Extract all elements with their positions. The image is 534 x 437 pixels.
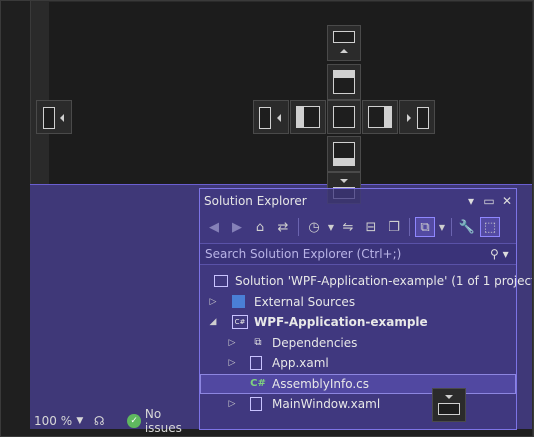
tree-item-label: MainWindow.xaml xyxy=(272,397,381,412)
tree-item-app-xaml[interactable]: ▷ App.xaml xyxy=(200,353,516,374)
toolbar-separator xyxy=(451,218,452,236)
forward-icon[interactable]: ▶ xyxy=(227,217,247,237)
expand-arrow-icon[interactable]: ▷ xyxy=(208,297,218,307)
ide-window: Solution Explorer ▾ ▭ ✕ ◀ ▶ ⌂ ⇄ ◷ ▼ ⇋ ⊟ … xyxy=(0,0,534,437)
preview-selected-items-icon[interactable]: ⬚ xyxy=(480,217,500,237)
csharp-project-icon: C# xyxy=(232,315,248,330)
tree-item-dependencies[interactable]: ▷ ⧉ Dependencies xyxy=(200,333,516,354)
show-all-files-icon[interactable]: ❐ xyxy=(384,217,404,237)
dock-right-inner-guide[interactable] xyxy=(362,100,398,134)
dock-bottom-edge-guide[interactable] xyxy=(432,388,466,422)
left-arrow-icon xyxy=(60,114,64,122)
xaml-file-icon xyxy=(250,356,262,371)
zoom-level[interactable]: 100 % xyxy=(30,414,76,428)
down-arrow-icon xyxy=(340,179,348,183)
tree-item-label: AssemblyInfo.cs xyxy=(272,376,370,391)
dock-top-guide[interactable] xyxy=(327,25,361,61)
accessibility-icon[interactable]: ☊ xyxy=(94,414,109,428)
switch-views-icon[interactable]: ⇄ xyxy=(273,217,293,237)
editor-left-margin xyxy=(31,0,49,184)
solution-tree: Solution 'WPF-Application-example' (1 of… xyxy=(200,267,534,415)
window-position-dropdown-icon[interactable]: ▾ xyxy=(462,194,480,208)
search-box[interactable]: Search Solution Explorer (Ctrl+;) ⚲ ▾ xyxy=(200,243,516,265)
solution-icon xyxy=(214,275,228,288)
expand-arrow-icon[interactable]: ▷ xyxy=(227,338,237,348)
up-arrow-icon xyxy=(340,49,348,53)
tree-item-label: WPF-Application-example xyxy=(254,315,428,330)
sync-with-active-document-icon[interactable]: ⇋ xyxy=(338,217,358,237)
properties-wrench-icon[interactable]: 🔧 xyxy=(457,217,477,237)
right-arrow-icon xyxy=(407,114,411,122)
dock-right-guide[interactable] xyxy=(399,100,435,134)
toolbar-separator xyxy=(298,218,299,236)
tree-item-external-sources[interactable]: ▷ External Sources xyxy=(200,292,516,313)
filter-icon[interactable]: ⧉ xyxy=(415,217,435,237)
tree-item-label: External Sources xyxy=(254,294,356,309)
external-sources-icon xyxy=(232,295,245,309)
dock-center-guide[interactable] xyxy=(327,100,361,134)
search-input[interactable]: Search Solution Explorer (Ctrl+;) xyxy=(205,247,490,261)
editor-top-strip xyxy=(31,0,534,2)
tree-item-solution[interactable]: Solution 'WPF-Application-example' (1 of… xyxy=(200,271,534,292)
chevron-down-icon[interactable]: ▼ xyxy=(76,416,90,426)
pending-changes-filter-icon[interactable]: ◷ xyxy=(304,217,324,237)
chevron-down-icon[interactable]: ▼ xyxy=(327,223,335,232)
dock-left-panel-icon xyxy=(43,107,55,129)
dock-bottom-panel-icon xyxy=(438,403,460,415)
collapse-all-icon[interactable]: ⊟ xyxy=(361,217,381,237)
expand-arrow-icon[interactable]: ▷ xyxy=(227,399,237,409)
dock-tabbed-icon xyxy=(333,106,355,128)
dock-right-inner-icon xyxy=(368,106,392,128)
tree-item-mainwindow-xaml[interactable]: ▷ MainWindow.xaml xyxy=(200,394,516,415)
dock-left-edge-guide[interactable] xyxy=(36,100,72,134)
solution-explorer-titlebar[interactable]: Solution Explorer ▾ ▭ ✕ xyxy=(200,189,516,213)
dock-bottom-inner-guide[interactable] xyxy=(327,136,361,172)
back-icon[interactable]: ◀ xyxy=(204,217,224,237)
issues-status[interactable]: No issues xyxy=(145,407,200,435)
dock-bottom-inner-icon xyxy=(333,142,355,166)
no-issues-check-icon: ✓ xyxy=(127,414,141,428)
tree-item-label: Solution 'WPF-Application-example' (1 of… xyxy=(235,274,534,289)
dock-top-panel-icon xyxy=(333,31,355,43)
dock-left-outer-icon xyxy=(259,107,271,129)
search-icon[interactable]: ⚲ ▾ xyxy=(490,247,516,261)
dock-left-inner-guide[interactable] xyxy=(290,100,326,134)
xaml-file-icon xyxy=(250,397,262,412)
tree-item-label: App.xaml xyxy=(272,356,329,371)
expand-arrow-icon[interactable]: ▷ xyxy=(227,358,237,368)
dock-left-guide[interactable] xyxy=(253,100,289,134)
solution-explorer-title: Solution Explorer xyxy=(204,194,307,208)
down-arrow-icon xyxy=(445,395,453,399)
close-icon[interactable]: ✕ xyxy=(498,194,516,208)
solution-explorer-toolbar: ◀ ▶ ⌂ ⇄ ◷ ▼ ⇋ ⊟ ❐ ⧉ ▼ 🔧 ⬚ xyxy=(200,213,516,241)
toolbar-separator xyxy=(409,218,410,236)
dock-left-inner-icon xyxy=(296,106,320,128)
solution-explorer-window[interactable]: Solution Explorer ▾ ▭ ✕ ◀ ▶ ⌂ ⇄ ◷ ▼ ⇋ ⊟ … xyxy=(199,188,534,430)
status-bar: 100 % ▼ ☊ ✓ No issues xyxy=(30,407,200,435)
dock-top-inner-icon xyxy=(333,70,355,94)
dependencies-icon: ⧉ xyxy=(254,337,262,349)
tree-item-label: Dependencies xyxy=(272,335,358,350)
collapse-arrow-icon[interactable]: ◢ xyxy=(208,317,218,327)
csharp-file-icon: C# xyxy=(250,378,266,390)
tree-item-assemblyinfo[interactable]: C# AssemblyInfo.cs xyxy=(200,373,516,394)
dock-right-outer-icon xyxy=(417,107,429,129)
maximize-icon[interactable]: ▭ xyxy=(480,194,498,208)
chevron-down-icon[interactable]: ▼ xyxy=(438,223,446,232)
tree-item-project[interactable]: ◢ C# WPF-Application-example xyxy=(200,312,516,333)
editor-area xyxy=(30,0,534,184)
home-icon[interactable]: ⌂ xyxy=(250,217,270,237)
dock-top-inner-guide[interactable] xyxy=(327,64,361,100)
left-arrow-icon xyxy=(277,114,281,122)
